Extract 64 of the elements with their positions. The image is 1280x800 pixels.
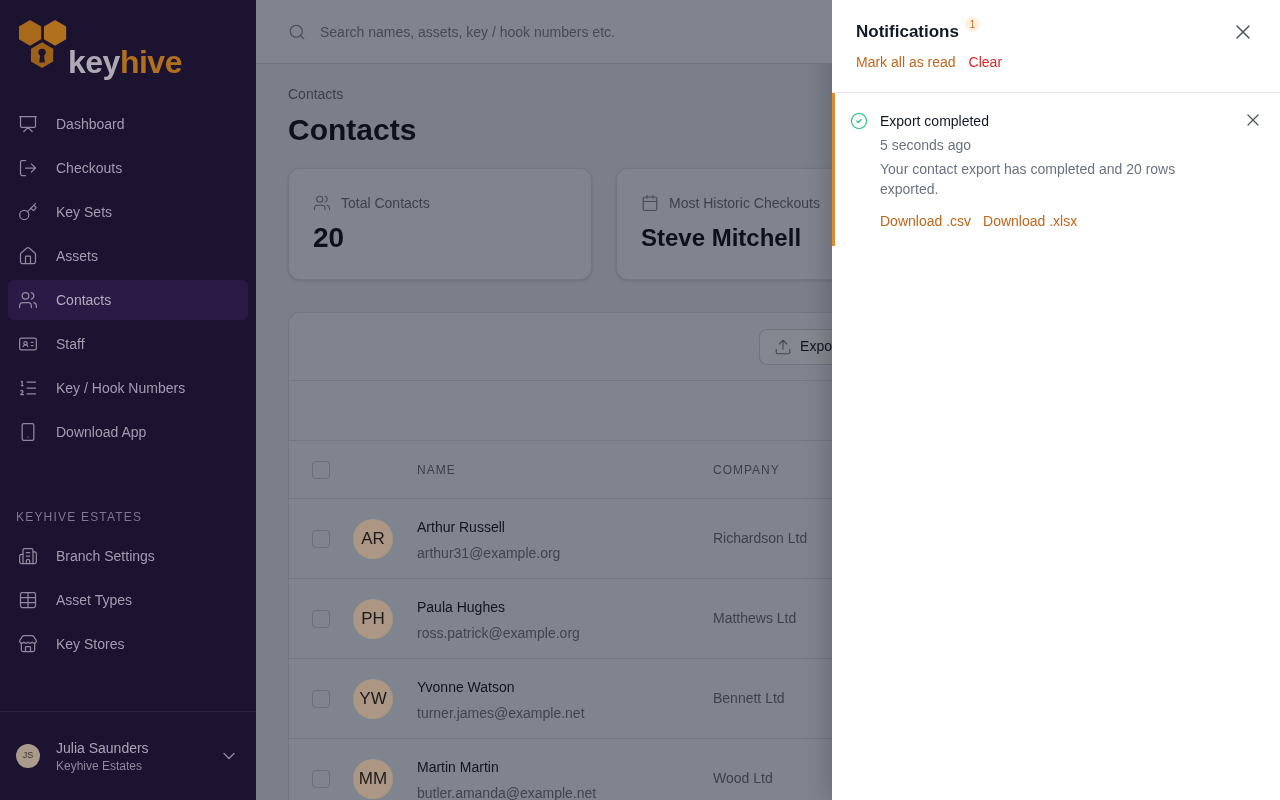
contact-email: arthur31@example.org bbox=[417, 544, 561, 561]
column-header: COMPANY bbox=[713, 461, 780, 479]
user-avatar: JS bbox=[16, 744, 40, 768]
download-link[interactable]: Download .csv bbox=[880, 211, 972, 231]
user-organization: Keyhive Estates bbox=[56, 758, 144, 774]
panel-action-link[interactable]: Mark all as read bbox=[856, 52, 956, 72]
sidebar-nav-item[interactable]: Assets bbox=[8, 236, 248, 276]
upload-icon bbox=[774, 337, 793, 356]
panel-title: Notifications bbox=[856, 21, 959, 43]
easel-icon bbox=[18, 114, 38, 134]
notification-time: 5 seconds ago bbox=[880, 136, 973, 155]
sidebar-nav-item[interactable]: Staff bbox=[8, 324, 248, 364]
honeycomb-keyhole-logo-icon bbox=[18, 18, 68, 70]
contact-name[interactable]: Yvonne Watson bbox=[417, 676, 515, 697]
search-field[interactable]: Search names, assets, key / hook numbers etc. bbox=[256, 0, 832, 64]
success-check-icon bbox=[850, 112, 868, 130]
contact-avatar: YW bbox=[353, 678, 393, 719]
contact-avatar: AR bbox=[353, 518, 393, 559]
contact-name[interactable]: Arthur Russell bbox=[417, 516, 505, 537]
contact-avatar: PH bbox=[353, 598, 393, 639]
stat-value: Steve Mitchell bbox=[641, 223, 803, 253]
page-title: Contacts bbox=[288, 112, 417, 148]
table-icon bbox=[18, 590, 38, 610]
column-header: NAME bbox=[417, 461, 457, 479]
stat-label: Most Historic Checkouts bbox=[669, 193, 820, 213]
sidebar-nav-item[interactable]: Contacts bbox=[8, 280, 248, 320]
sidebar-nav-item[interactable]: Key Stores bbox=[8, 624, 248, 664]
building-icon bbox=[18, 546, 38, 566]
company-cell-text: Wood Ltd bbox=[713, 769, 773, 788]
calendar-icon bbox=[641, 194, 659, 212]
panel-action-link[interactable]: Clear bbox=[968, 52, 1003, 72]
contact-avatar: MM bbox=[353, 758, 393, 799]
people-icon bbox=[18, 290, 38, 310]
company-cell-text: Bennett Ltd bbox=[713, 689, 785, 708]
logo-text: keyhive bbox=[68, 46, 182, 78]
notification-title: Export completed bbox=[880, 112, 990, 131]
sidebar-nav-item[interactable]: Key / Hook Numbers bbox=[8, 368, 248, 408]
section-heading: KEYHIVE ESTATES bbox=[16, 509, 143, 526]
user-name: Julia Saunders bbox=[56, 739, 149, 758]
contact-name[interactable]: Paula Hughes bbox=[417, 596, 505, 617]
sidebar-nav-item[interactable]: Key Sets bbox=[8, 192, 248, 232]
sidebar-nav-item[interactable]: Dashboard bbox=[8, 104, 248, 144]
house-icon bbox=[18, 246, 38, 266]
unread-count-badge: 1 bbox=[964, 17, 980, 32]
contact-name[interactable]: Martin Martin bbox=[417, 756, 499, 777]
export-button[interactable]: Expo bbox=[759, 328, 832, 365]
people-icon bbox=[313, 194, 331, 212]
sidebar-nav-item[interactable]: Asset Types bbox=[8, 580, 248, 620]
numbered-list-icon bbox=[18, 378, 38, 398]
contact-email: turner.james@example.net bbox=[417, 704, 585, 721]
company-cell-text: Richardson Ltd bbox=[713, 529, 808, 548]
search-icon bbox=[288, 23, 306, 41]
contact-email: ross.patrick@example.org bbox=[417, 624, 580, 641]
stat-value: 20 bbox=[313, 221, 346, 255]
contact-email: butler.amanda@example.net bbox=[417, 784, 597, 800]
stat-label: Total Contacts bbox=[341, 193, 430, 213]
download-link[interactable]: Download .xlsx bbox=[983, 211, 1078, 231]
notification-message: Your contact export has completed and 20 rows exported. bbox=[880, 160, 1177, 199]
sidebar-nav-item[interactable]: Checkouts bbox=[8, 148, 248, 188]
sidebar-nav-item[interactable]: Branch Settings bbox=[8, 536, 248, 576]
key-icon bbox=[18, 202, 38, 222]
company-cell-text: Matthews Ltd bbox=[713, 609, 797, 628]
sidebar-nav-item[interactable]: Download App bbox=[8, 412, 248, 452]
storefront-icon bbox=[18, 634, 38, 654]
